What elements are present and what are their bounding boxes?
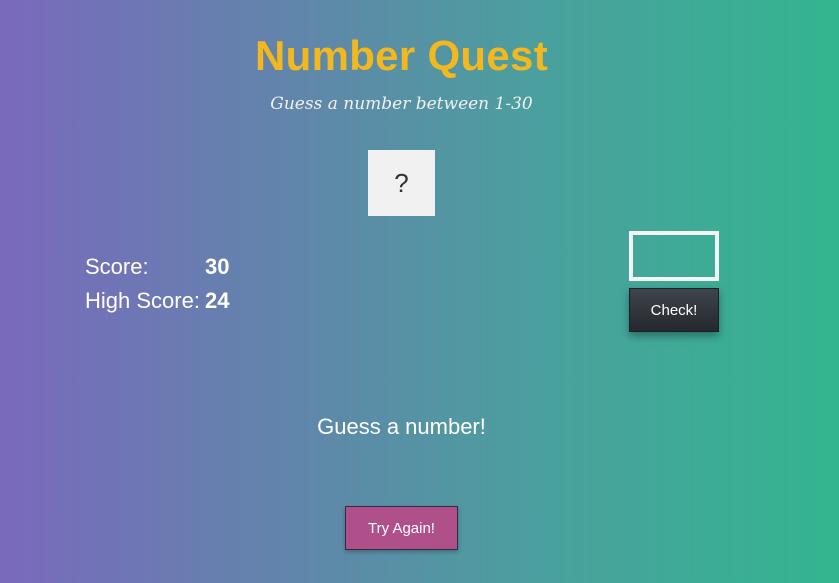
high-score-label: High Score:	[85, 288, 200, 313]
score-panel: Score: 30 High Score: 24	[85, 250, 229, 318]
score-label: Score:	[85, 254, 149, 279]
status-message: Guess a number!	[317, 414, 486, 439]
secret-number-display: ?	[394, 167, 409, 198]
high-score-value: 24	[205, 288, 230, 313]
try-again-button[interactable]: Try Again!	[345, 506, 458, 550]
check-button[interactable]: Check!	[629, 288, 719, 332]
guess-input[interactable]	[629, 231, 719, 281]
score-row: Score: 30	[85, 250, 229, 284]
score-value: 30	[205, 254, 230, 279]
high-score-row: High Score: 24	[85, 284, 229, 318]
secret-number-box: ?	[368, 150, 435, 216]
game-subtitle: Guess a number between 1-30	[270, 94, 533, 114]
game-title: Number Quest	[255, 32, 548, 79]
